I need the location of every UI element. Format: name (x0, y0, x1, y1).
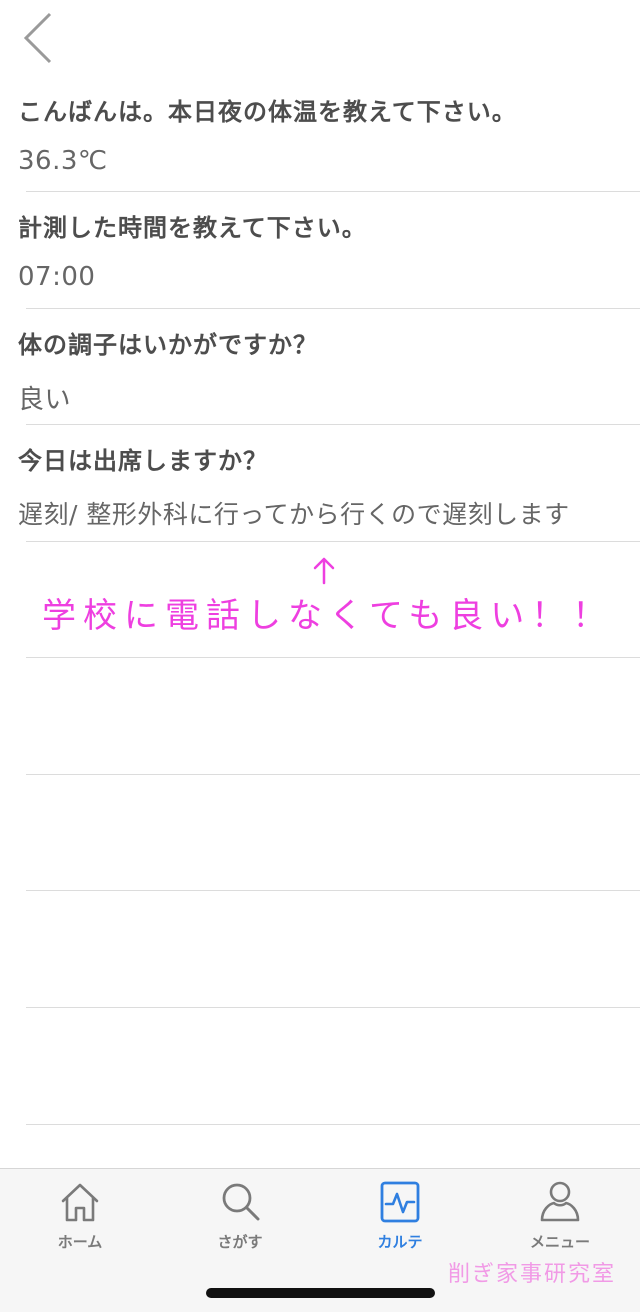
tab-label: ホーム (57, 1233, 103, 1251)
home-indicator (206, 1288, 435, 1298)
divider (26, 1007, 640, 1008)
divider (26, 424, 640, 425)
divider (26, 541, 640, 542)
divider (26, 191, 640, 192)
answer-text: 07:00 (18, 262, 96, 292)
tab-home[interactable]: ホーム (0, 1169, 160, 1269)
watermark: 削ぎ家事研究室 (448, 1262, 617, 1287)
divider (26, 657, 640, 658)
annotation-note: 学校に電話しなくても良い！！ (42, 596, 614, 636)
answer-text: 遅刻/ 整形外科に行ってから行くので遅刻します (18, 500, 570, 529)
tab-menu[interactable]: メニュー (480, 1169, 640, 1269)
search-icon (222, 1183, 260, 1221)
chevron-left-icon (23, 12, 52, 64)
question-text: 今日は出席しますか？ (18, 447, 268, 475)
divider (26, 774, 640, 775)
divider (26, 308, 640, 309)
question-text: 計測した時間を教えて下さい。 (18, 214, 367, 242)
tab-label: カルテ (377, 1233, 423, 1251)
person-icon (540, 1181, 580, 1222)
divider (26, 1124, 640, 1125)
answer-text: 36.3℃ (18, 146, 108, 176)
question-text: 体の調子はいかがですか？ (18, 331, 318, 359)
tab-label: メニュー (529, 1233, 590, 1251)
back-button[interactable] (14, 10, 64, 66)
tab-label: さがす (217, 1233, 263, 1251)
answer-text: 良い (18, 385, 72, 415)
question-text: こんばんは。本日夜の体温を教えて下さい。 (18, 98, 517, 126)
chart-icon (380, 1181, 420, 1223)
annotation-arrow-icon (313, 557, 335, 585)
tab-search[interactable]: さがす (160, 1169, 320, 1269)
tab-karte[interactable]: カルテ (320, 1169, 480, 1269)
divider (26, 890, 640, 891)
home-icon (61, 1183, 99, 1222)
